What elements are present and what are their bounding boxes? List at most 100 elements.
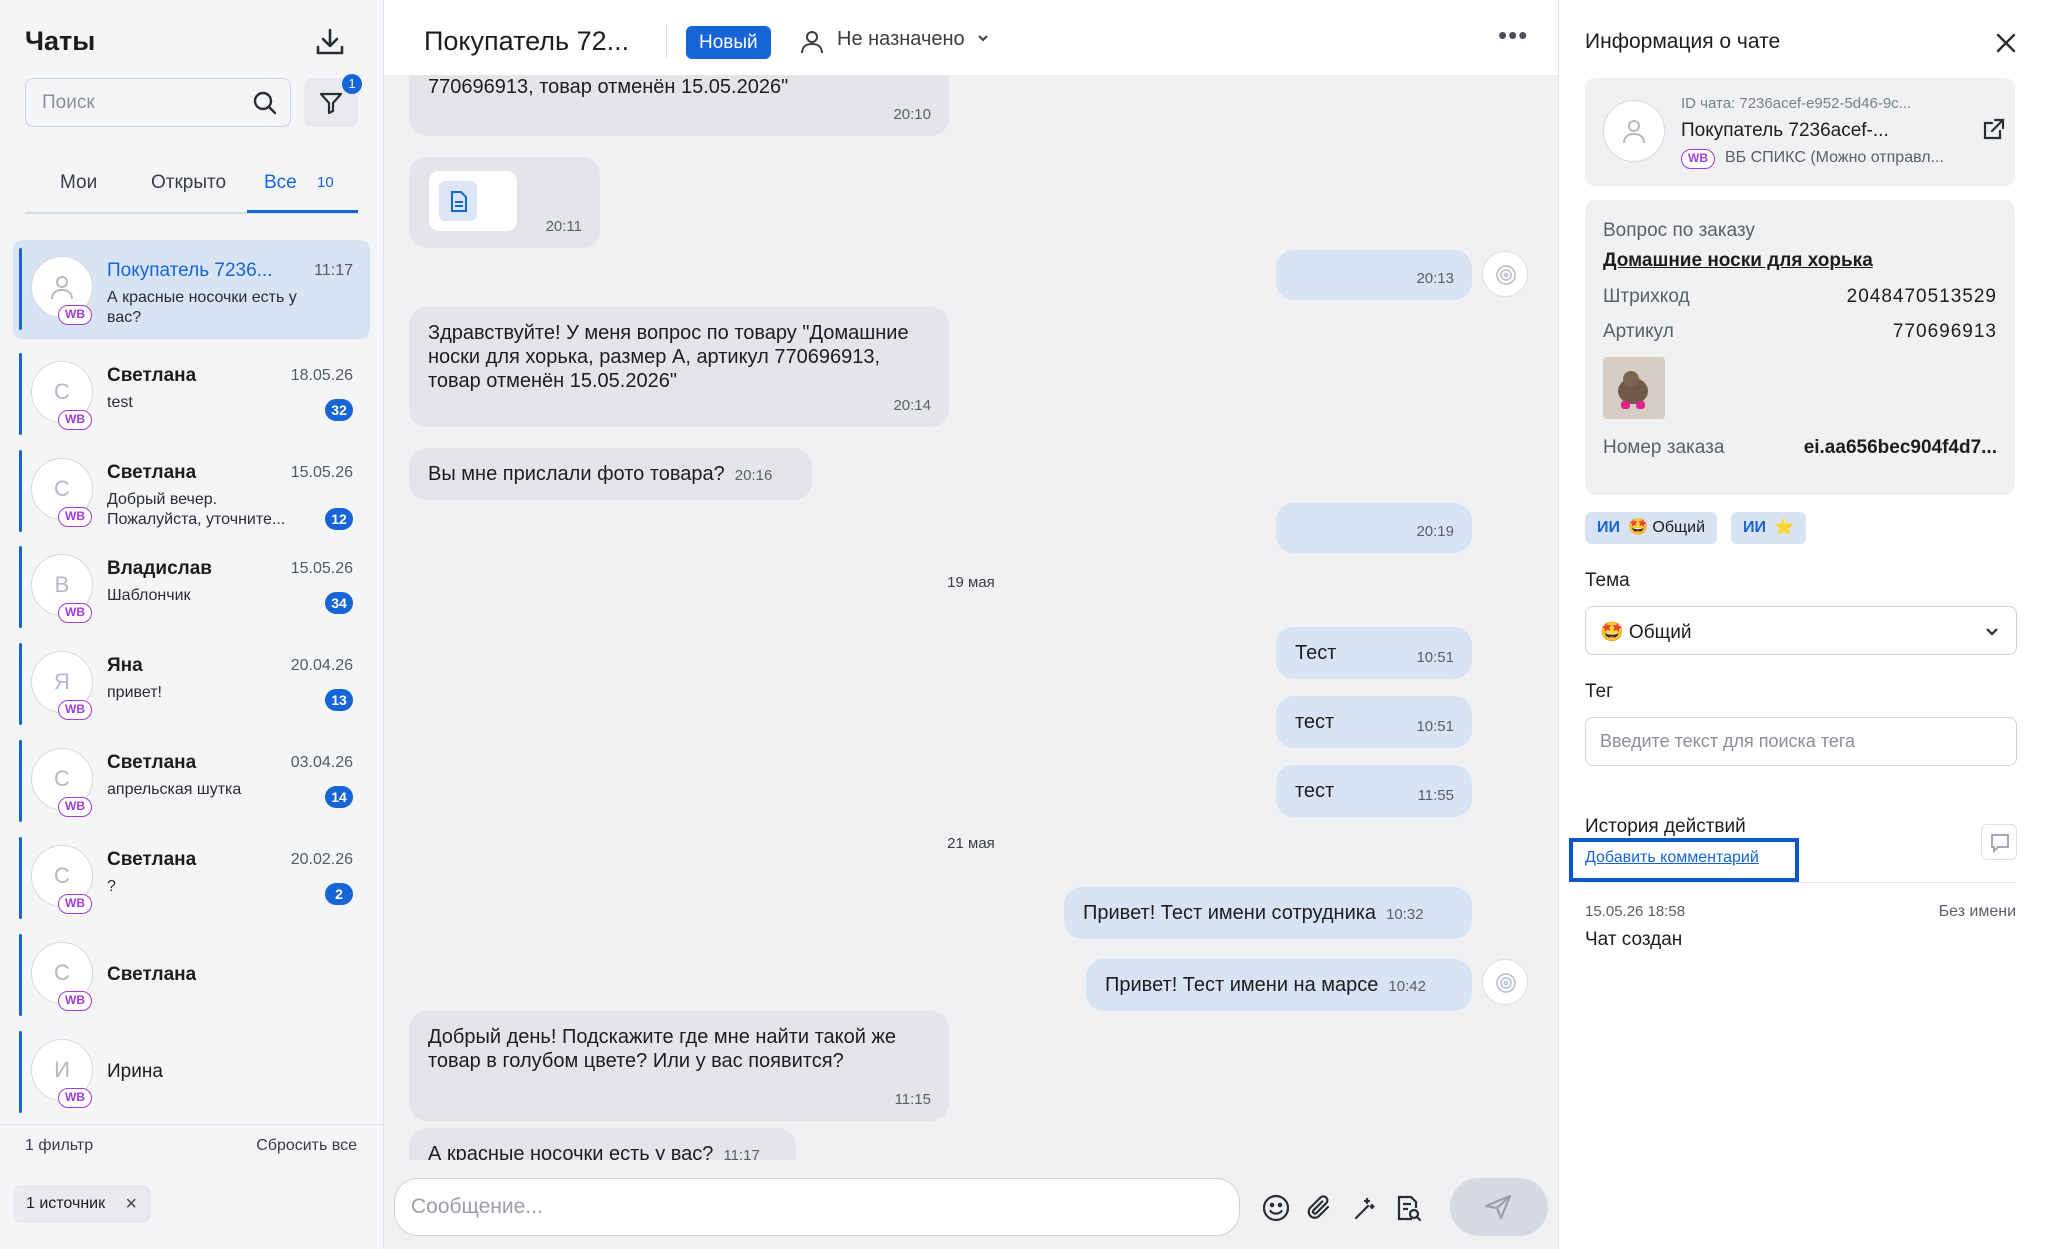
add-comment-link[interactable]: Добавить комментарий xyxy=(1569,838,1799,882)
tab-mine[interactable]: Мои xyxy=(60,172,97,194)
message-input[interactable] xyxy=(411,1179,1211,1235)
message-time: 10:42 xyxy=(1388,978,1426,995)
message-incoming: Здравствуйте! У меня вопрос по товару "Д… xyxy=(409,307,949,427)
sidebar-title: Чаты xyxy=(25,26,96,56)
ai-label: ИИ xyxy=(1743,519,1766,536)
assignee-dropdown[interactable]: Не назначено xyxy=(799,28,990,54)
divider xyxy=(1585,882,2017,883)
message-outgoing: Привет! Тест имени сотрудника 10:32 xyxy=(1064,887,1472,939)
ai-topic-chip[interactable]: ИИ 🤩 Общий xyxy=(1585,512,1718,544)
chat-info-panel: Информация о чате ID чата: 7236acef-e952… xyxy=(1558,0,2048,1249)
chat-item[interactable]: В WB Владислав 15.05.26 Шаблончик 34 xyxy=(13,538,370,637)
chat-item[interactable]: С WB Светлана xyxy=(13,926,370,1025)
chat-item[interactable]: WB Покупатель 7236... 11:17 А красные но… xyxy=(13,240,370,339)
unread-count-badge: 32 xyxy=(325,399,353,421)
event-author: Без имени xyxy=(1938,903,2016,920)
order-card: Вопрос по заказу Домашние носки для хорь… xyxy=(1585,200,2015,495)
chat-name: Светлана xyxy=(107,462,197,483)
close-icon[interactable] xyxy=(1993,30,2019,56)
ai-rating-chip[interactable]: ИИ ⭐ xyxy=(1731,512,1806,544)
paperclip-icon[interactable] xyxy=(1304,1192,1336,1224)
wb-badge: WB xyxy=(58,991,92,1011)
user-icon xyxy=(1623,120,1645,144)
wb-badge: WB xyxy=(58,894,92,914)
status-badge[interactable]: Новый xyxy=(686,26,771,59)
tab-open[interactable]: Открыто xyxy=(151,172,226,194)
message-text: 770696913, товар отменён 15.05.2026" xyxy=(428,76,789,98)
unread-count-badge: 34 xyxy=(325,592,353,614)
unread-bar xyxy=(19,934,22,1016)
message-incoming: 20:11 xyxy=(409,157,600,248)
event-date: 15.05.26 18:58 xyxy=(1585,903,1686,920)
message-incoming: 770696913, товар отменён 15.05.2026" 20:… xyxy=(409,75,949,136)
message-text: тест xyxy=(1295,780,1335,802)
source-name: ВБ СПИКС (Можно отправл... xyxy=(1725,149,1944,166)
filter-icon xyxy=(319,92,343,115)
ai-label: ИИ xyxy=(1597,519,1620,536)
chat-item[interactable]: С WB Светлана 20.02.26 ? 2 xyxy=(13,829,370,928)
reaction-button[interactable] xyxy=(1482,251,1528,297)
message-time: 20:11 xyxy=(545,218,582,235)
reaction-button[interactable] xyxy=(1482,959,1528,1005)
file-attachment[interactable] xyxy=(429,171,517,231)
chat-name: Яна xyxy=(107,655,143,676)
comment-history-icon xyxy=(1991,834,2009,854)
history-toggle-button[interactable] xyxy=(1981,824,2017,860)
message-incoming: Вы мне прислали фото товара? 20:16 xyxy=(409,448,812,500)
magic-wand-icon[interactable] xyxy=(1348,1192,1380,1224)
search-input[interactable] xyxy=(42,79,242,126)
message-time: 20:14 xyxy=(893,397,931,414)
chat-item[interactable]: С WB Светлана 15.05.26 Добрый вечер. Пож… xyxy=(13,442,370,541)
topic-select[interactable]: 🤩 Общий xyxy=(1585,606,2017,655)
tab-all[interactable]: Все xyxy=(264,172,297,194)
message-time: 20:16 xyxy=(734,467,773,484)
message-composer[interactable] xyxy=(394,1178,1240,1236)
tag-search-field[interactable] xyxy=(1585,717,2017,766)
chat-name: Светлана xyxy=(107,752,197,773)
emoji-icon[interactable] xyxy=(1260,1192,1292,1224)
product-link[interactable]: Домашние носки для хорька xyxy=(1603,250,1873,272)
download-button[interactable] xyxy=(312,24,348,60)
send-icon xyxy=(1484,1194,1512,1220)
customer-name: Покупатель 7236acef-... xyxy=(1681,120,1889,141)
message-text: Здравствуйте! У меня вопрос по товару "Д… xyxy=(428,322,909,392)
chat-item[interactable]: Я WB Яна 20.04.26 привет! 13 xyxy=(13,635,370,734)
chat-item[interactable]: С WB Светлана 03.04.26 апрельская шутка … xyxy=(13,732,370,831)
message-time: 10:51 xyxy=(1416,649,1454,666)
product-image[interactable] xyxy=(1603,357,1665,419)
message-time: 20:19 xyxy=(1416,523,1454,540)
search-field[interactable] xyxy=(25,78,291,127)
message-list[interactable]: 770696913, товар отменён 15.05.2026" 20:… xyxy=(384,75,1558,1160)
chip-text: ⭐ xyxy=(1774,519,1794,536)
chat-item[interactable]: С WB Светлана 18.05.26 test 32 xyxy=(13,345,370,444)
chat-name: Светлана xyxy=(107,849,197,870)
message-text: тест xyxy=(1295,711,1335,733)
barcode-row: Штрихкод 2048470513529 xyxy=(1603,286,1997,308)
unread-count-badge: 12 xyxy=(325,508,353,530)
template-search-icon[interactable] xyxy=(1392,1192,1424,1224)
message-text: Добрый день! Подскажите где мне найти та… xyxy=(428,1026,896,1072)
chat-name: Ирина xyxy=(107,1061,163,1082)
chat-preview: апрельская шутка xyxy=(107,781,242,798)
source-filter-chip[interactable]: 1 источник × xyxy=(13,1185,152,1223)
close-icon[interactable]: × xyxy=(125,1185,137,1223)
chat-item[interactable]: И WB Ирина xyxy=(13,1023,370,1122)
add-comment-label: Добавить комментарий xyxy=(1585,849,1759,866)
message-outgoing: тест 11:55 xyxy=(1276,765,1472,817)
reset-all-link[interactable]: Сбросить все xyxy=(256,1137,357,1155)
event-text: Чат создан xyxy=(1585,929,1683,950)
external-link-icon[interactable] xyxy=(1981,116,2007,142)
chevron-down-icon xyxy=(1986,628,1998,636)
wb-badge: WB xyxy=(58,305,92,325)
chat-preview: Добрый вечер. Пожалуйста, уточните... xyxy=(107,491,286,528)
order-heading: Вопрос по заказу xyxy=(1603,220,1755,241)
send-button[interactable] xyxy=(1450,1178,1548,1236)
message-outgoing: 20:13 xyxy=(1276,250,1472,300)
customer-card: ID чата: 7236acef-e952-5d46-9c... Покупа… xyxy=(1585,78,2015,186)
message-time: 10:51 xyxy=(1416,718,1454,735)
user-icon xyxy=(801,31,823,54)
more-options-icon[interactable]: ••• xyxy=(1498,20,1528,51)
message-time: 11:17 xyxy=(723,1147,760,1160)
wb-badge: WB xyxy=(58,797,92,817)
tag-search-input[interactable] xyxy=(1600,718,2000,765)
